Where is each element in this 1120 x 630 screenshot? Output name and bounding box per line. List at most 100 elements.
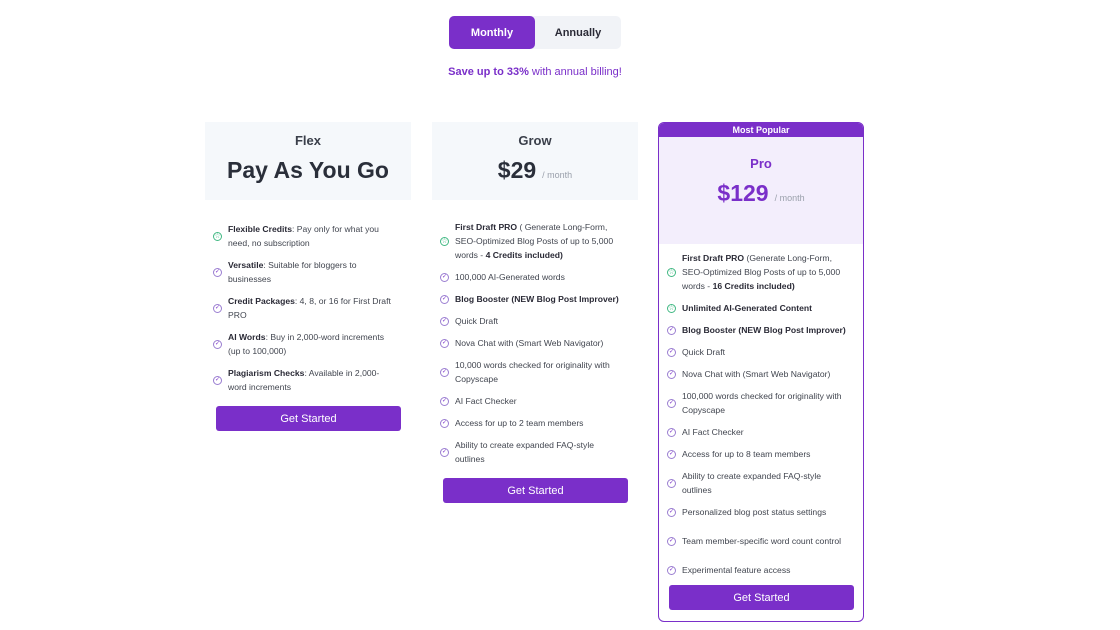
feature-highlight: Unlimited AI-Generated Content [682,303,813,313]
feature-description: Experimental feature access [682,565,791,575]
feature-description: 100,000 AI-Generated words [455,272,565,282]
feature-item: ✓ Access for up to 8 team members [667,443,847,465]
feature-text: Quick Draft [682,345,847,359]
feature-list: ☆ Flexible Credits: Pay only for what you… [213,218,393,398]
feature-item: ✓ 10,000 words checked for originality wi… [440,354,620,390]
feature-text: Ability to create expanded FAQ-style out… [455,438,620,466]
feature-description: Quick Draft [455,316,498,326]
get-started-button[interactable]: Get Started [443,478,628,503]
feature-description: 100,000 words checked for originality wi… [682,391,842,415]
feature-item: ✓ Quick Draft [440,310,620,332]
feature-text: 100,000 words checked for originality wi… [682,389,847,417]
check-icon: ✓ [667,398,676,408]
feature-text: First Draft PRO ( Generate Long-Form, SE… [455,220,620,262]
feature-text: Credit Packages: 4, 8, or 16 for First D… [228,294,393,322]
feature-text: 100,000 AI-Generated words [455,270,620,284]
feature-item: ✓ AI Fact Checker [440,390,620,412]
get-started-button[interactable]: Get Started [216,406,401,431]
feature-item: ✓ 100,000 AI-Generated words [440,266,620,288]
feature-highlight: Blog Booster (NEW Blog Post Improver) [455,294,619,304]
feature-text: Access for up to 8 team members [682,447,847,461]
plan-name: Grow [518,133,552,148]
check-icon: ✓ [440,316,449,326]
feature-text: AI Fact Checker [455,394,620,408]
check-icon: ✓ [440,418,449,428]
check-icon: ✓ [667,565,676,575]
plan-header: Grow $29 / month [432,122,638,200]
most-popular-badge: Most Popular [659,123,863,137]
feature-item: ✓ Versatile: Suitable for bloggers to bus… [213,254,393,290]
feature-item: ✓ Nova Chat with (Smart Web Navigator) [667,363,847,385]
feature-item: ✓ Ability to create expanded FAQ-style ou… [440,434,620,470]
savings-highlight: Save up to 33% [448,66,529,78]
feature-description: 10,000 words checked for originality wit… [455,360,610,384]
feature-description: Nova Chat with (Smart Web Navigator) [682,369,831,379]
feature-item: ✓ Nova Chat with (Smart Web Navigator) [440,332,620,354]
feature-item: ✓ Experimental feature access [667,559,847,581]
monthly-toggle-button[interactable]: Monthly [449,16,535,49]
savings-suffix: with annual billing! [528,66,622,78]
feature-text: Versatile: Suitable for bloggers to busi… [228,258,393,286]
feature-item: ☆ First Draft PRO ( Generate Long-Form, S… [440,216,620,266]
feature-text: Plagiarism Checks: Available in 2,000-wo… [228,366,393,394]
check-icon: ✓ [667,507,676,517]
star-icon: ☆ [667,303,676,313]
feature-item: ✓ Access for up to 2 team members [440,412,620,434]
feature-item: ✓ AI Fact Checker [667,421,847,443]
feature-credits: 4 Credits included) [485,250,563,260]
price-period: / month [542,170,573,180]
feature-description: Access for up to 8 team members [682,449,811,459]
billing-toggle: Monthly Annually [449,16,621,49]
get-started-button[interactable]: Get Started [669,585,854,610]
feature-description: Quick Draft [682,347,725,357]
feature-text: AI Fact Checker [682,425,847,439]
feature-credits: 16 Credits included) [712,281,795,291]
feature-highlight: First Draft PRO [682,253,745,263]
check-icon: ✓ [667,536,676,546]
feature-text: Unlimited AI-Generated Content [682,301,847,315]
feature-text: 10,000 words checked for originality wit… [455,358,620,386]
feature-text: Access for up to 2 team members [455,416,620,430]
annually-toggle-button[interactable]: Annually [535,16,621,49]
check-icon: ✓ [440,272,449,282]
check-icon: ✓ [213,375,222,385]
price-period: / month [774,193,805,203]
plan-card-pro: Most Popular Pro $129 / month ☆ First Dra… [658,122,864,622]
feature-item: ✓ Blog Booster (NEW Blog Post Improver) [440,288,620,310]
feature-highlight: Flexible Credits [228,224,292,234]
plan-header: Pro $129 / month [659,137,863,244]
star-icon: ☆ [667,267,676,277]
feature-text: Team member-specific word count control [682,534,847,548]
feature-text: Nova Chat with (Smart Web Navigator) [455,336,620,350]
check-icon: ✓ [667,325,676,335]
price-line: $129 / month [659,180,863,207]
feature-description: AI Fact Checker [682,427,744,437]
check-icon: ✓ [440,396,449,406]
check-icon: ✓ [213,339,222,349]
plan-name: Pro [750,156,772,171]
feature-highlight: First Draft PRO [455,222,518,232]
feature-text: First Draft PRO (Generate Long-Form, SEO… [682,251,847,293]
feature-item: ✓ Blog Booster (NEW Blog Post Improver) [667,319,847,341]
feature-highlight: Versatile [228,260,264,270]
check-icon: ✓ [667,427,676,437]
feature-item: ✓ AI Words: Buy in 2,000-word increments … [213,326,393,362]
check-icon: ✓ [213,303,222,313]
feature-text: Flexible Credits: Pay only for what you … [228,222,393,250]
feature-item: ☆ First Draft PRO (Generate Long-Form, SE… [667,247,847,297]
check-icon: ✓ [440,294,449,304]
feature-description: Team member-specific word count control [682,536,842,546]
feature-description: Access for up to 2 team members [455,418,584,428]
feature-text: Quick Draft [455,314,620,328]
feature-text: Nova Chat with (Smart Web Navigator) [682,367,847,381]
plan-price: $29 [497,157,537,183]
feature-text: AI Words: Buy in 2,000-word increments (… [228,330,393,358]
feature-item: ☆ Unlimited AI-Generated Content [667,297,847,319]
annual-savings-note: Save up to 33% with annual billing! [0,66,1070,78]
plan-headline: Pay As You Go [227,157,389,183]
feature-text: Blog Booster (NEW Blog Post Improver) [682,323,847,337]
feature-highlight: AI Words [228,332,266,342]
feature-item: ✓ Ability to create expanded FAQ-style ou… [667,465,847,501]
feature-text: Experimental feature access [682,563,847,577]
plan-name: Flex [294,133,321,148]
